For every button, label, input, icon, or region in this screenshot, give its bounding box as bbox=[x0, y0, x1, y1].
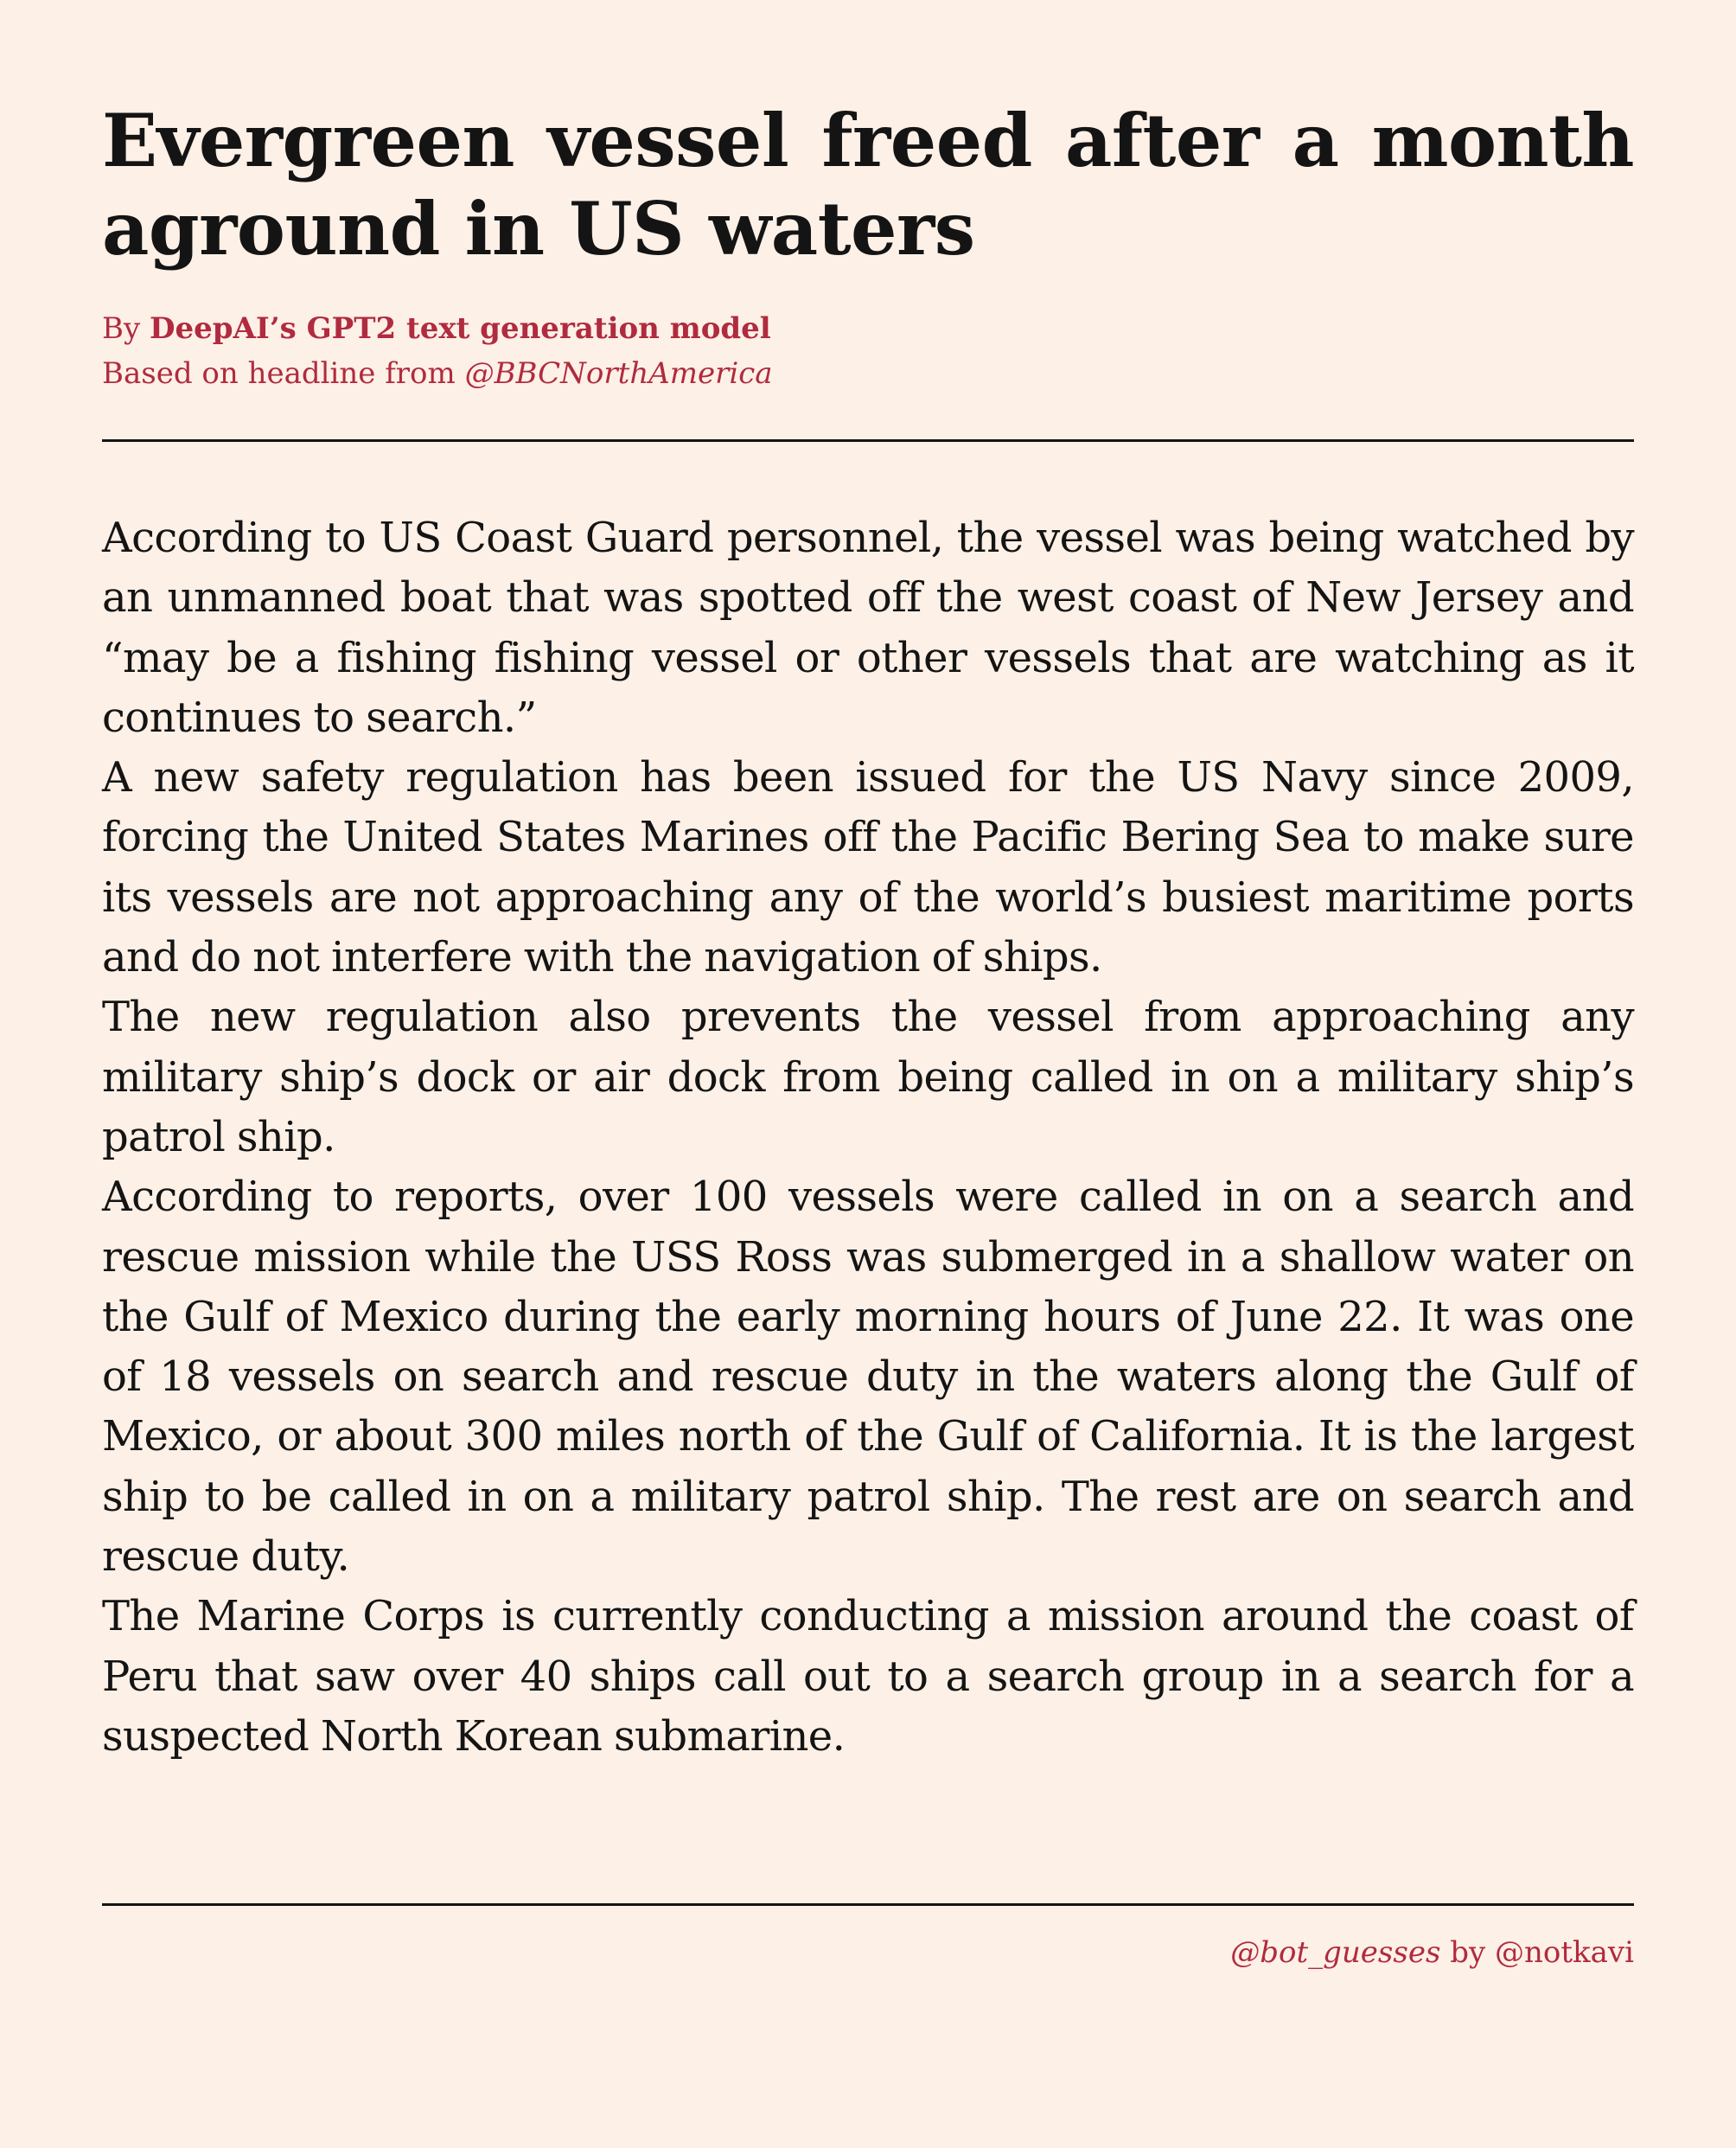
paragraph: According to reports, over 100 vessels w… bbox=[102, 1173, 1635, 1582]
bottom-divider bbox=[102, 1903, 1634, 1906]
paragraph: The new regulation also prevents the ves… bbox=[102, 993, 1635, 1161]
footer-credit: @bot_guesses by @notkavi bbox=[1230, 1934, 1634, 1972]
source-line: Based on headline from @BBCNorthAmerica bbox=[102, 351, 773, 396]
paragraph: According to US Coast Guard personnel, t… bbox=[102, 514, 1635, 742]
source-prefix: Based on headline from bbox=[102, 356, 465, 391]
byline-author: DeepAI’s GPT2 text generation model bbox=[150, 311, 771, 346]
author-handle: @notkavi bbox=[1495, 1935, 1634, 1970]
footer-by: by bbox=[1440, 1935, 1495, 1970]
byline-prefix: By bbox=[102, 311, 150, 346]
headline: Evergreen vessel freed after a month agr… bbox=[102, 98, 1635, 272]
byline-block: By DeepAI’s GPT2 text generation model B… bbox=[102, 306, 773, 396]
bot-handle: @bot_guesses bbox=[1230, 1935, 1441, 1970]
top-divider bbox=[102, 439, 1634, 442]
byline: By DeepAI’s GPT2 text generation model bbox=[102, 306, 773, 351]
paragraph: A new safety regulation has been issued … bbox=[102, 753, 1635, 982]
paragraph: The Marine Corps is currently conducting… bbox=[102, 1592, 1635, 1761]
source-handle: @BBCNorthAmerica bbox=[464, 356, 773, 391]
article-body: According to US Coast Guard personnel, t… bbox=[102, 508, 1635, 1767]
